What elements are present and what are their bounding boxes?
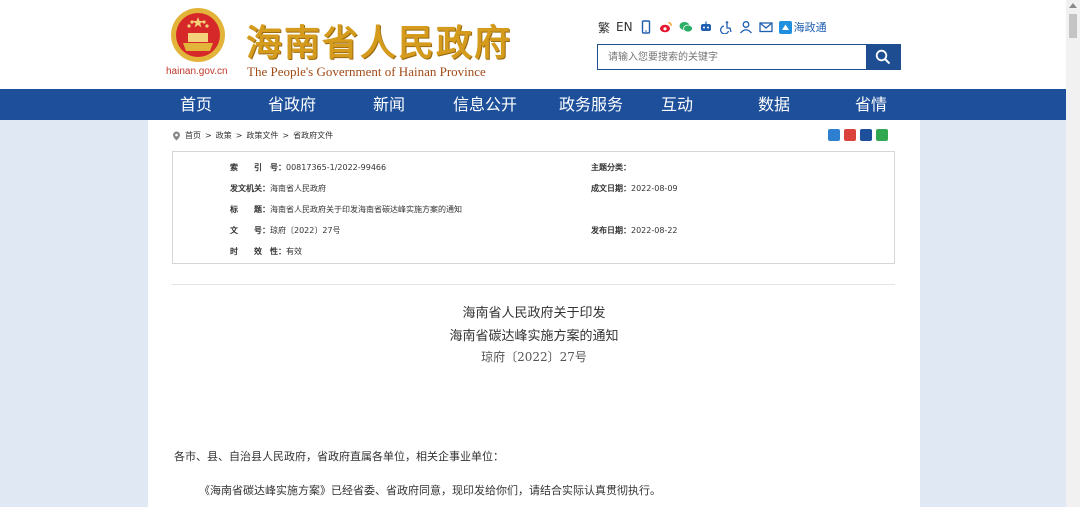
document-title-line1: 海南省人民政府关于印发: [462, 306, 606, 321]
meta-validity-value: 有效: [286, 247, 302, 256]
main-nav: 首页 省政府 新闻 信息公开 政务服务 互动 数据 省情: [0, 89, 1066, 120]
meta-issuer-label: 发文机关：: [230, 184, 270, 193]
nav-item-data[interactable]: 数据: [734, 89, 814, 120]
wechat-icon[interactable]: [679, 20, 693, 34]
document-number: 琼府〔2022〕27号: [481, 350, 587, 364]
document-title-line2: 海南省碳达峰实施方案的通知: [449, 329, 619, 344]
breadcrumb: 首页 > 政策 > 政策文件 > 省政府文件: [172, 130, 333, 141]
nav-item-provincial-government[interactable]: 省政府: [252, 89, 332, 120]
share-icon[interactable]: [876, 129, 888, 141]
english-link[interactable]: EN: [616, 20, 633, 34]
meta-published-value: 2022-08-22: [631, 226, 678, 235]
breadcrumb-policy-documents[interactable]: 政策文件: [246, 130, 278, 141]
nav-item-province-overview[interactable]: 省情: [831, 89, 911, 120]
meta-created-label: 成文日期：: [591, 184, 631, 193]
meta-category-label: 主题分类：: [591, 163, 631, 172]
hainan-app-icon: [778, 20, 792, 34]
hainan-app-link[interactable]: 海政通: [778, 19, 827, 35]
search-input[interactable]: [598, 45, 866, 69]
search-box: [597, 44, 901, 70]
meta-created: 成文日期：2022-08-09: [591, 183, 678, 194]
meta-created-value: 2022-08-09: [631, 184, 678, 193]
content-panel: 首页 > 政策 > 政策文件 > 省政府文件 索 引 号：00817365-1/…: [148, 120, 920, 507]
scroll-thumb[interactable]: [1069, 14, 1077, 38]
meta-published: 发布日期：2022-08-22: [591, 225, 678, 236]
favorite-icon[interactable]: [828, 129, 840, 141]
mobile-icon[interactable]: [639, 20, 653, 34]
search-icon: [875, 49, 891, 65]
share-tools: [828, 129, 888, 141]
breadcrumb-provincial-documents[interactable]: 省政府文件: [293, 130, 333, 141]
meta-docno-label: 文 号：: [230, 226, 270, 235]
nav-item-home[interactable]: 首页: [156, 89, 236, 120]
page-scrollbar[interactable]: [1066, 0, 1080, 507]
meta-title-label: 标 题：: [230, 205, 270, 214]
document-metadata: 索 引 号：00817365-1/2022-99466 主题分类： 发文机关：海…: [172, 151, 895, 264]
robot-icon[interactable]: [699, 20, 713, 34]
meta-title-value: 海南省人民政府关于印发海南省碳达峰实施方案的通知: [270, 205, 462, 214]
site-subtitle: The People's Government of Hainan Provin…: [247, 64, 486, 79]
top-toolbar: 繁 EN 海政通: [598, 18, 827, 36]
national-emblem-icon: [171, 8, 225, 62]
nav-item-news[interactable]: 新闻: [349, 89, 429, 120]
traditional-chinese-link[interactable]: 繁: [598, 19, 610, 36]
meta-issuer: 发文机关：海南省人民政府: [230, 183, 326, 194]
nav-item-information-disclosure[interactable]: 信息公开: [445, 89, 525, 120]
search-button[interactable]: [866, 45, 900, 69]
breadcrumb-separator: >: [235, 131, 243, 140]
meta-issuer-value: 海南省人民政府: [270, 184, 326, 193]
document-salutation: 各市、县、自治县人民政府，省政府直属各单位，相关企事业单位：: [174, 450, 504, 463]
site-header: hainan.gov.cn 海南省人民政府 The People's Gover…: [0, 0, 1066, 89]
breadcrumb-separator: >: [205, 131, 212, 140]
meta-docno-value: 琼府〔2022〕27号: [270, 226, 341, 235]
nav-item-interaction[interactable]: 互动: [637, 89, 717, 120]
document-paragraph: 《海南省碳达峰实施方案》已经省委、省政府同意，现印发给你们，请结合实际认真贯彻执…: [199, 484, 661, 497]
breadcrumb-home[interactable]: 首页: [185, 130, 201, 141]
meta-category: 主题分类：: [591, 162, 631, 173]
meta-published-label: 发布日期：: [591, 226, 631, 235]
print-icon[interactable]: [844, 129, 856, 141]
accessibility-icon[interactable]: [719, 20, 733, 34]
meta-index-label: 索 引 号：: [230, 163, 286, 172]
meta-index: 索 引 号：00817365-1/2022-99466: [230, 162, 386, 173]
font-size-icon[interactable]: [860, 129, 872, 141]
location-pin-icon: [173, 131, 180, 140]
site-title[interactable]: 海南省人民政府: [246, 14, 512, 66]
meta-title: 标 题：海南省人民政府关于印发海南省碳达峰实施方案的通知: [230, 204, 462, 215]
site-domain: hainan.gov.cn: [166, 66, 228, 77]
meta-index-value: 00817365-1/2022-99466: [286, 163, 387, 172]
divider: [172, 284, 895, 285]
hainan-app-label: 海政通: [793, 21, 827, 34]
nav-item-government-services[interactable]: 政务服务: [541, 89, 641, 120]
user-icon[interactable]: [739, 20, 753, 34]
breadcrumb-separator: >: [282, 131, 290, 140]
breadcrumb-policy[interactable]: 政策: [216, 130, 232, 141]
scroll-up-arrow-icon[interactable]: [1069, 3, 1077, 8]
meta-validity-label: 时 效 性：: [230, 247, 286, 256]
mail-icon[interactable]: [758, 20, 773, 34]
meta-docno: 文 号：琼府〔2022〕27号: [230, 225, 341, 236]
meta-validity: 时 效 性：有效: [230, 246, 302, 257]
weibo-icon[interactable]: [659, 20, 673, 34]
